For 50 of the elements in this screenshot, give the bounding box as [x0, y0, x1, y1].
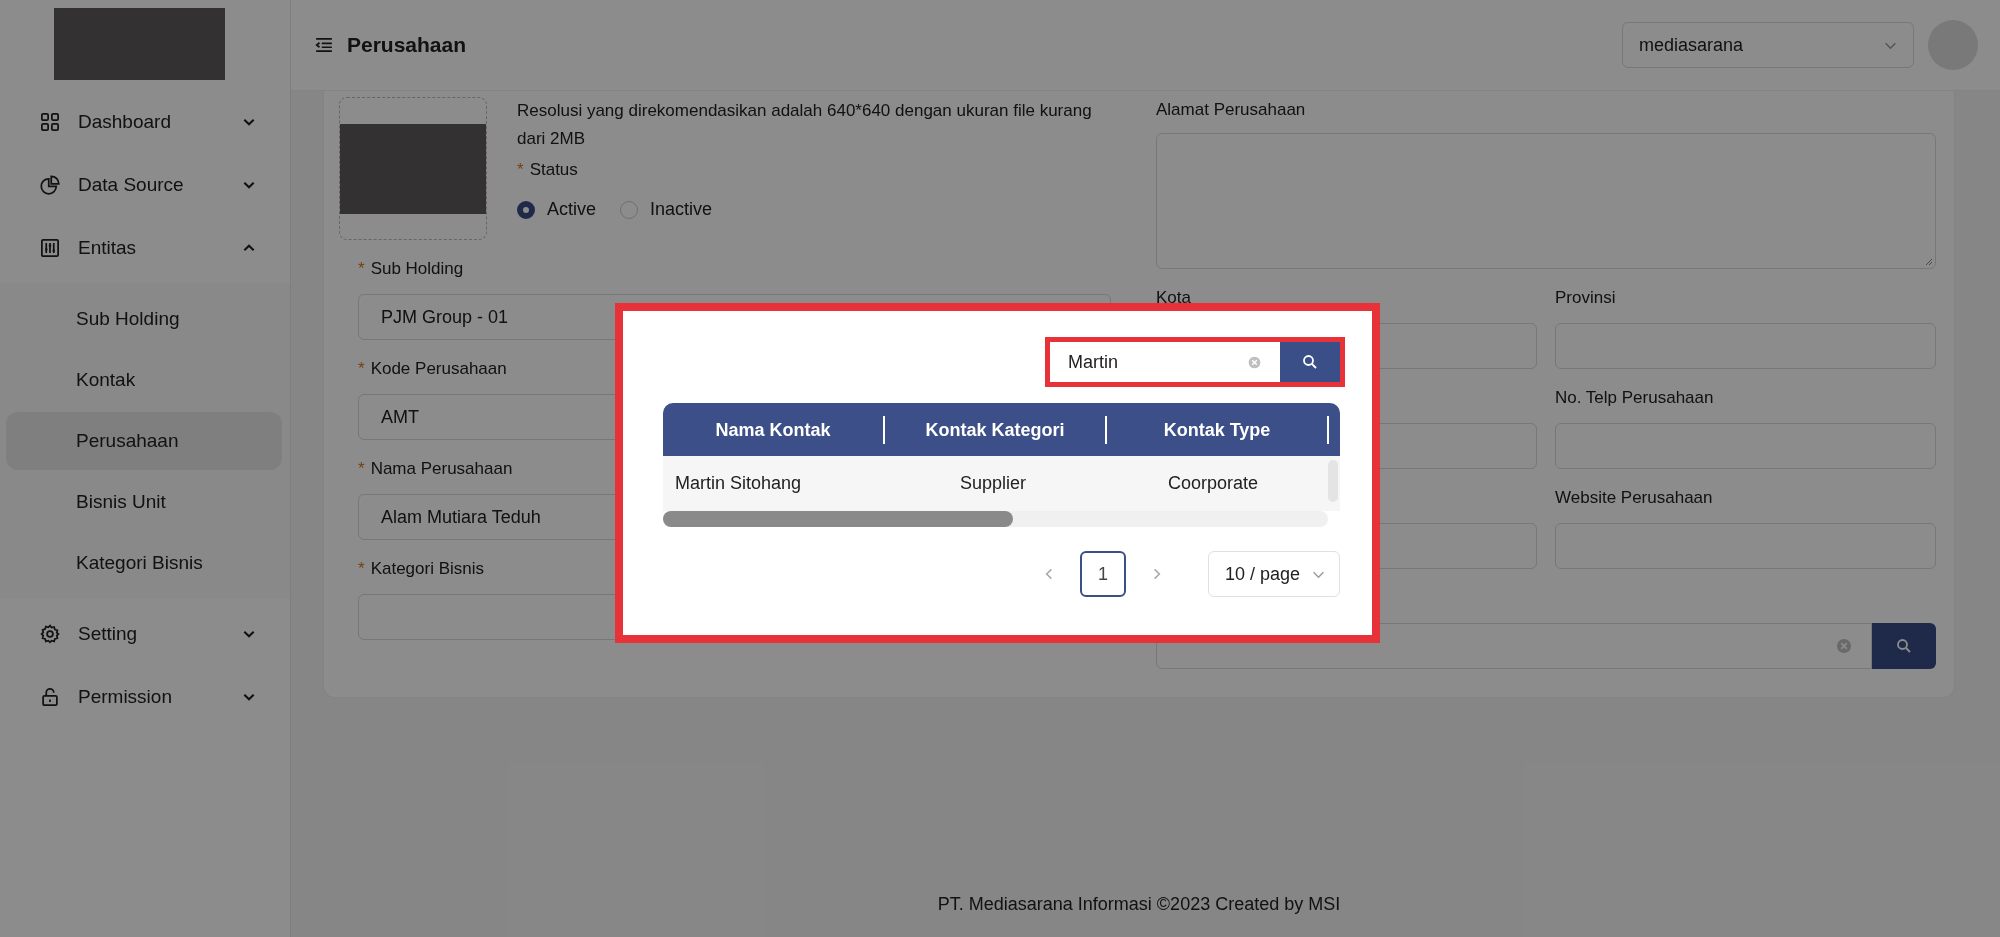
- column-header: Kontak Kategori: [885, 415, 1107, 444]
- submenu-item[interactable]: Perusahaan: [6, 412, 282, 470]
- resize-handle-icon[interactable]: [1923, 256, 1933, 266]
- field-label: * Kategori Bisnis: [358, 558, 484, 580]
- table-cell-text: Supplier: [958, 473, 1027, 494]
- search-icon: [1896, 638, 1912, 654]
- search-button[interactable]: [1872, 623, 1936, 669]
- table-cell-text: Coorporate: [1166, 473, 1260, 494]
- sidebar-item[interactable]: Permission: [0, 669, 290, 725]
- field-label: Alamat Perusahaan: [1156, 99, 1306, 121]
- clear-icon[interactable]: [1247, 354, 1262, 370]
- submenu-item[interactable]: Bisnis Unit: [6, 473, 282, 531]
- sidebar-item[interactable]: Dashboard: [0, 94, 290, 150]
- submenu-item[interactable]: Kontak: [6, 351, 282, 409]
- field-label: * Nama Perusahaan: [358, 458, 513, 480]
- sidebar-item[interactable]: Data Source: [0, 157, 290, 213]
- grid-icon: [40, 112, 60, 132]
- search-icon: [1302, 354, 1318, 370]
- table-cell-text: Martin Sitohang: [674, 473, 803, 494]
- column-header: Nama Kontak: [663, 415, 885, 444]
- radio-option[interactable]: Active: [517, 199, 597, 220]
- field-label: Provinsi: [1555, 287, 1616, 309]
- field-label: Website Perusahaan: [1555, 487, 1713, 509]
- field-label: No. Telp Perusahaan: [1555, 387, 1714, 409]
- submenu-item[interactable]: Kategori Bisnis: [6, 534, 282, 592]
- field-label: Kota: [1156, 287, 1191, 309]
- submenu-item[interactable]: Sub Holding: [6, 290, 282, 348]
- image-upload[interactable]: [339, 97, 487, 240]
- search-button[interactable]: [1280, 342, 1340, 382]
- page-button[interactable]: 1: [1080, 551, 1126, 597]
- address-field[interactable]: [1156, 133, 1936, 269]
- lock-icon: [40, 687, 60, 707]
- menu-icon[interactable]: [315, 36, 333, 54]
- settings-icon: [40, 624, 60, 644]
- field-label: * Status: [517, 159, 578, 181]
- company-select[interactable]: mediasarana: [1622, 22, 1914, 68]
- clear-icon[interactable]: [1835, 637, 1853, 655]
- page-size-select[interactable]: 10 / page: [1208, 551, 1340, 597]
- sidebar-item[interactable]: Setting: [0, 606, 290, 662]
- field-label: * Sub Holding: [358, 258, 464, 280]
- column-header: Kontak Type: [1107, 415, 1329, 444]
- pie-chart-icon: [40, 175, 60, 195]
- sliders-icon: [40, 238, 60, 258]
- upload-hint: Resolusi yang direkomendasikan adalah 640*640 dengan ukuran file kurang dari 2MB: [517, 100, 1093, 150]
- field-label: * Kode Perusahaan: [358, 358, 507, 380]
- footer-text: PT. Mediasarana Informasi ©2023 Created by MSI: [936, 894, 1342, 916]
- sidebar-item[interactable]: Entitas: [0, 220, 290, 276]
- page-title: Perusahaan: [347, 33, 467, 57]
- radio-option[interactable]: Inactive: [620, 199, 713, 220]
- scrollbar[interactable]: [663, 511, 1328, 527]
